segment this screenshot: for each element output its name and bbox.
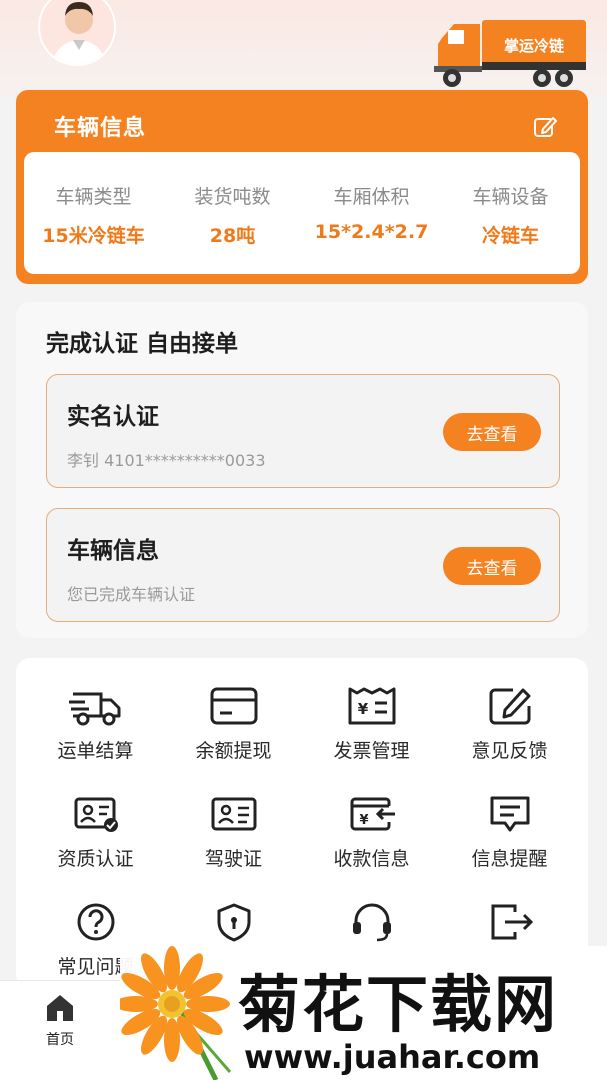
- home-icon: [47, 995, 73, 1021]
- menu-item-balance-withdraw[interactable]: 余额提现: [162, 686, 305, 763]
- message-icon: [490, 796, 529, 832]
- vehicle-card-title: 车辆信息: [54, 116, 147, 141]
- certification-title: 完成认证 自由接单: [46, 331, 239, 357]
- field-value: 15*2.4*2.7: [314, 221, 429, 243]
- view-real-name-button[interactable]: 去查看: [443, 413, 541, 451]
- vehicle-fields: 车辆类型 15米冷链车 装货吨数 28吨 车厢体积 15*2.4*2.7 车辆设…: [24, 152, 580, 274]
- menu-label: 信息提醒: [471, 848, 548, 870]
- feedback-icon: [489, 688, 530, 725]
- payment-icon: ¥: [350, 797, 395, 831]
- field-value: 28吨: [209, 225, 256, 247]
- certification-section: 完成认证 自由接单 实名认证 李钊 4101**********0033 去查看…: [16, 302, 588, 638]
- field-value: 15米冷链车: [42, 225, 145, 247]
- brand-truck-icon: 掌运冷链: [434, 20, 586, 87]
- certificate-icon: [74, 797, 118, 832]
- menu-item-logout[interactable]: [438, 902, 581, 952]
- tab-home-label: 首页: [46, 1032, 74, 1048]
- menu-item-feedback[interactable]: 意见反馈: [438, 686, 581, 763]
- menu-label: 资质认证: [57, 848, 134, 870]
- tab-home[interactable]: 首页: [30, 993, 90, 1049]
- invoice-icon: ¥: [348, 687, 395, 725]
- card-title: 实名认证: [67, 404, 159, 430]
- menu-label: 收款信息: [333, 848, 410, 870]
- avatar[interactable]: [38, 0, 116, 66]
- watermark-url: www.juahar.com: [244, 1038, 541, 1076]
- menu-item-waybill-settlement[interactable]: 运单结算: [24, 686, 167, 763]
- menu-label: 意见反馈: [471, 740, 548, 762]
- view-vehicle-button[interactable]: 去查看: [443, 547, 541, 585]
- vehicle-field-tonnage: 装货吨数 28吨: [163, 152, 302, 274]
- edit-icon[interactable]: [532, 114, 558, 140]
- shield-icon: [217, 903, 250, 942]
- vehicle-info-card: 车辆信息 车辆类型 15米冷链车 装货吨数 28吨 车厢体积 15*2.4*2.…: [16, 90, 588, 284]
- logout-icon: [491, 904, 533, 940]
- watermark-title: 菊花下载网: [238, 968, 559, 1041]
- menu-item-payment-info[interactable]: ¥ 收款信息: [300, 794, 443, 871]
- card-subtitle: 李钊 4101**********0033: [67, 451, 266, 470]
- menu-label: 余额提现: [195, 740, 272, 762]
- license-icon: [211, 797, 256, 831]
- menu-label: 运单结算: [57, 740, 134, 762]
- real-name-auth-card[interactable]: 实名认证 李钊 4101**********0033 去查看: [46, 374, 560, 488]
- field-label: 车辆设备: [472, 186, 549, 208]
- function-grid: 运单结算 余额提现 ¥ 发票管理 意见反馈 资质认证 驾驶证 ¥ 收款信息 信息…: [16, 658, 588, 988]
- field-value: 冷链车: [481, 225, 539, 247]
- question-icon: [77, 903, 114, 941]
- brand-text: 掌运冷链: [504, 37, 565, 55]
- watermark: 菊花下载网 www.juahar.com: [120, 946, 607, 1080]
- svg-text:¥: ¥: [357, 700, 368, 718]
- field-label: 装货吨数: [194, 186, 271, 208]
- menu-label: 驾驶证: [204, 848, 262, 870]
- truck-icon: [68, 692, 120, 726]
- card-icon: [210, 687, 257, 725]
- avatar-icon: [52, 2, 106, 64]
- header-area: 掌运冷链: [0, 0, 607, 96]
- card-subtitle: 您已完成车辆认证: [67, 585, 196, 604]
- vehicle-field-type: 车辆类型 15米冷链车: [24, 152, 163, 274]
- card-title: 车辆信息: [67, 538, 159, 564]
- vehicle-auth-card[interactable]: 车辆信息 您已完成车辆认证 去查看: [46, 508, 560, 622]
- menu-item-security[interactable]: [162, 902, 305, 952]
- field-label: 车辆类型: [55, 186, 132, 208]
- field-label: 车厢体积: [333, 186, 410, 208]
- headset-icon: [352, 903, 391, 942]
- svg-text:¥: ¥: [359, 813, 368, 828]
- menu-item-customer-service[interactable]: [300, 902, 443, 952]
- vehicle-field-equipment: 车辆设备 冷链车: [441, 152, 580, 274]
- menu-label: 发票管理: [333, 740, 410, 762]
- menu-item-driver-license[interactable]: 驾驶证: [162, 794, 305, 871]
- menu-item-notification[interactable]: 信息提醒: [438, 794, 581, 871]
- menu-item-invoice-management[interactable]: ¥ 发票管理: [300, 686, 443, 763]
- vehicle-field-volume: 车厢体积 15*2.4*2.7: [302, 152, 441, 274]
- chrysanthemum-flower-icon: [120, 946, 232, 1080]
- menu-item-qualification[interactable]: 资质认证: [24, 794, 167, 871]
